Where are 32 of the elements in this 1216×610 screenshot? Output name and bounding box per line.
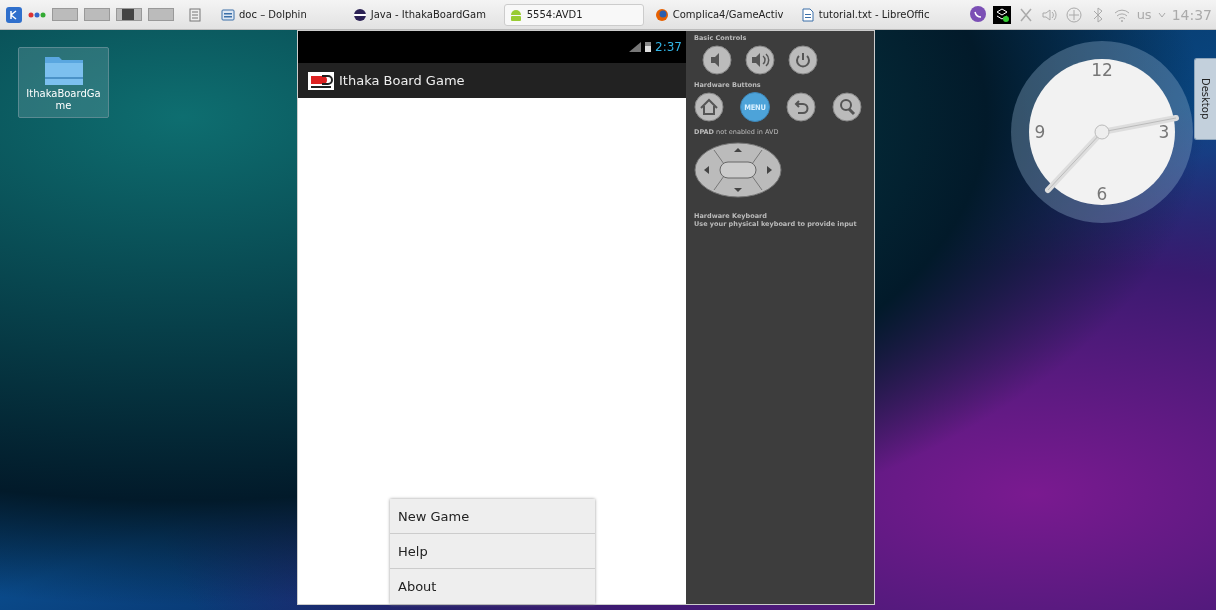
taskbar-task[interactable]: Java - IthakaBoardGam [347,3,498,26]
desktop-pager[interactable] [116,8,142,21]
app-title: Ithaka Board Game [339,73,465,88]
dpad-drawing[interactable] [694,142,782,198]
taskbar-task[interactable]: doc – Dolphin [216,3,312,26]
folder-icon [221,7,235,22]
globe-icon [654,7,669,22]
launcher-icon[interactable] [6,6,22,23]
document-icon [800,7,815,22]
menu-item[interactable]: About [390,569,595,604]
desktop-panel-tab[interactable]: Desktop [1194,58,1216,140]
sphere-icon [352,7,367,22]
menu-item[interactable]: Help [390,534,595,569]
taskbar-task[interactable]: 5554:AVD1 [503,3,644,26]
volume-up-icon[interactable] [745,45,775,75]
analog-clock: 12 3 6 9 [1010,40,1194,224]
home-icon[interactable] [694,92,724,122]
search-icon[interactable] [832,92,862,122]
volume-down-icon[interactable] [702,45,732,75]
robot-icon [508,7,523,22]
app-logo-icon [308,71,334,90]
menu-item[interactable]: New Game [390,499,595,534]
activities-icon[interactable] [28,11,46,18]
back-icon[interactable] [786,92,816,122]
power-icon[interactable] [788,45,818,75]
folder-icon [43,54,84,86]
status-time: 2:37 [655,40,682,54]
signal-icon [629,42,642,52]
battery-icon [645,42,652,52]
taskbar-task[interactable]: tutorial.txt - LibreOffic [795,3,936,26]
taskbar-task[interactable]: Complica4/GameActiv [649,3,790,26]
desktop-icon[interactable]: IthakaBoardGame [18,47,109,118]
